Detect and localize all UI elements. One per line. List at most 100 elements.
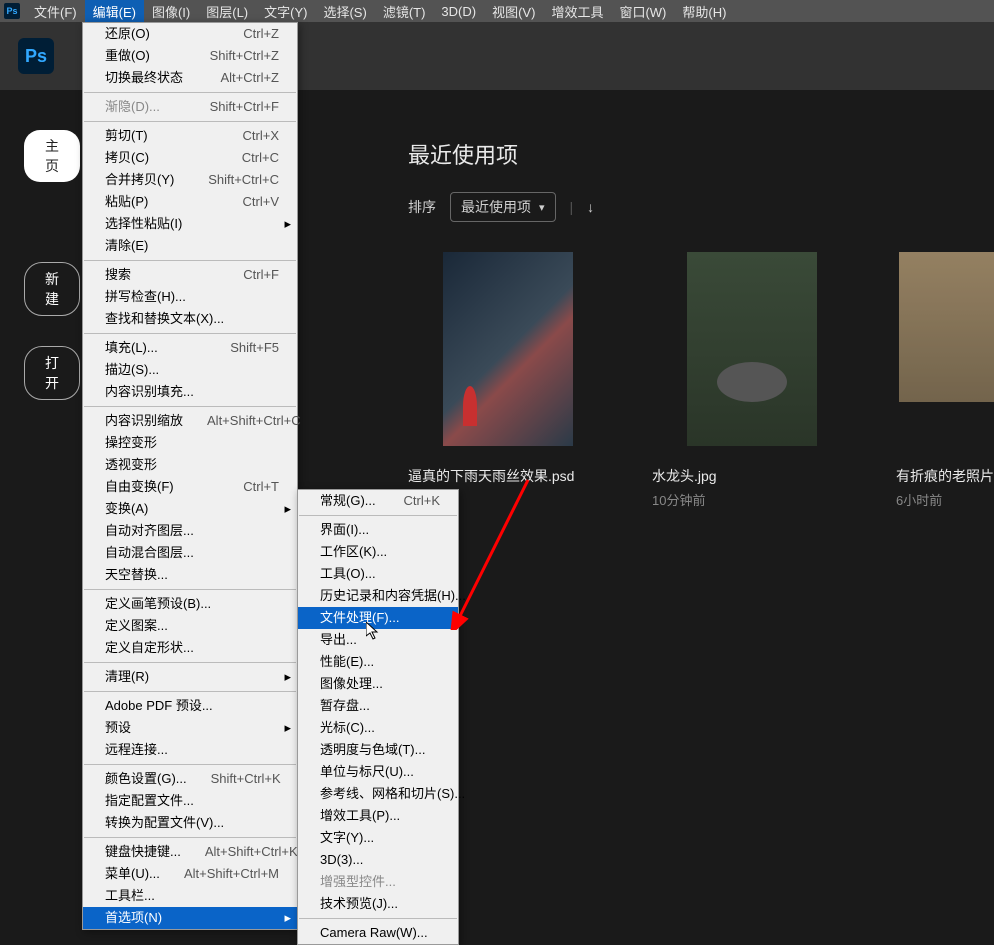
menu-item-label: 定义自定形状... <box>105 639 194 657</box>
edit-menu-item[interactable]: 远程连接... <box>83 739 297 761</box>
edit-menu-item[interactable]: 定义图案... <box>83 615 297 637</box>
pref-menu-item[interactable]: 工具(O)... <box>298 563 458 585</box>
edit-menu-item[interactable]: Adobe PDF 预设... <box>83 695 297 717</box>
preferences-submenu: 常规(G)...Ctrl+K 界面(I)...工作区(K)... 工具(O)... 历… <box>297 489 459 945</box>
menu-separator <box>84 837 296 838</box>
menu-3d[interactable]: 3D(D) <box>433 2 484 21</box>
submenu-arrow-icon: ▸ <box>284 215 291 233</box>
edit-menu-item[interactable]: 定义画笔预设(B)... <box>83 593 297 615</box>
chevron-down-icon: ▾ <box>539 201 545 214</box>
pref-menu-item[interactable]: Camera Raw(W)... <box>298 922 458 944</box>
edit-menu-item[interactable]: 预设▸ <box>83 717 297 739</box>
edit-menu-item[interactable]: 粘贴(P)Ctrl+V <box>83 191 297 213</box>
edit-menu-item[interactable]: 内容识别缩放Alt+Shift+Ctrl+C <box>83 410 297 432</box>
edit-menu-item[interactable]: 剪切(T)Ctrl+X <box>83 125 297 147</box>
pref-menu-item[interactable]: 导出... <box>298 629 458 651</box>
pref-menu-item[interactable]: 透明度与色域(T)... <box>298 739 458 761</box>
menu-item-label: 拷贝(C) <box>105 149 149 167</box>
menu-item-label: Camera Raw(W)... <box>320 924 428 942</box>
edit-menu-item[interactable]: 透视变形 <box>83 454 297 476</box>
sort-select[interactable]: 最近使用项 ▾ <box>450 192 556 222</box>
open-button[interactable]: 打开 <box>24 346 80 400</box>
menu-file[interactable]: 文件(F) <box>26 0 85 23</box>
menu-edit[interactable]: 编辑(E) <box>85 0 144 23</box>
menu-layer[interactable]: 图层(L) <box>198 0 256 23</box>
pref-menu-item[interactable]: 历史记录和内容凭据(H)... <box>298 585 458 607</box>
edit-menu-item[interactable]: 内容识别填充... <box>83 381 297 403</box>
pref-menu-item[interactable]: 单位与标尺(U)... <box>298 761 458 783</box>
home-button[interactable]: 主页 <box>24 130 80 182</box>
pref-menu-item[interactable]: 图像处理... <box>298 673 458 695</box>
menu-window[interactable]: 窗口(W) <box>611 0 674 23</box>
menu-view[interactable]: 视图(V) <box>484 0 543 23</box>
edit-menu-item[interactable]: 填充(L)...Shift+F5 <box>83 337 297 359</box>
edit-menu-item[interactable]: 还原(O)Ctrl+Z <box>83 23 297 45</box>
edit-menu-item[interactable]: 清除(E) <box>83 235 297 257</box>
edit-menu-item[interactable]: 颜色设置(G)...Shift+Ctrl+K <box>83 768 297 790</box>
menu-item-label: 操控变形 <box>105 434 157 452</box>
edit-menu-item[interactable]: 搜索Ctrl+F <box>83 264 297 286</box>
menu-item-label: 定义图案... <box>105 617 168 635</box>
edit-menu-item[interactable]: 操控变形 <box>83 432 297 454</box>
edit-menu-item[interactable]: 自由变换(F)Ctrl+T <box>83 476 297 498</box>
pref-menu-item[interactable]: 3D(3)... <box>298 849 458 871</box>
edit-menu-item[interactable]: 菜单(U)...Alt+Shift+Ctrl+M <box>83 863 297 885</box>
pref-menu-item[interactable]: 增效工具(P)... <box>298 805 458 827</box>
edit-menu-item[interactable]: 合并拷贝(Y)Shift+Ctrl+C <box>83 169 297 191</box>
edit-menu-item[interactable]: 转换为配置文件(V)... <box>83 812 297 834</box>
edit-menu-item[interactable]: 切换最终状态Alt+Ctrl+Z <box>83 67 297 89</box>
menu-item-label: 3D(3)... <box>320 851 363 869</box>
menu-item-label: 转换为配置文件(V)... <box>105 814 224 832</box>
menu-select[interactable]: 选择(S) <box>315 0 374 23</box>
edit-menu-item[interactable]: 键盘快捷键...Alt+Shift+Ctrl+K <box>83 841 297 863</box>
menu-item-label: 粘贴(P) <box>105 193 148 211</box>
pref-menu-item[interactable]: 文字(Y)... <box>298 827 458 849</box>
menu-item-label: 内容识别填充... <box>105 383 194 401</box>
menu-filter[interactable]: 滤镜(T) <box>375 0 434 23</box>
pref-menu-item[interactable]: 暂存盘... <box>298 695 458 717</box>
menu-image[interactable]: 图像(I) <box>144 0 198 23</box>
file-item[interactable]: 水龙头.jpg 10分钟前 <box>652 252 852 509</box>
edit-menu-item[interactable]: 重做(O)Shift+Ctrl+Z <box>83 45 297 67</box>
new-button[interactable]: 新建 <box>24 262 80 316</box>
menu-item-label: 清除(E) <box>105 237 148 255</box>
pref-menu-item[interactable]: 文件处理(F)... <box>298 607 458 629</box>
menu-item-label: 菜单(U)... <box>105 865 160 883</box>
pref-menu-item[interactable]: 光标(C)... <box>298 717 458 739</box>
menu-separator <box>84 764 296 765</box>
file-thumbnail <box>899 252 994 402</box>
edit-menu-item[interactable]: 描边(S)... <box>83 359 297 381</box>
pref-menu-item[interactable]: 工作区(K)... <box>298 541 458 563</box>
menu-separator <box>84 691 296 692</box>
edit-menu-item[interactable]: 首选项(N)▸ <box>83 907 297 929</box>
edit-menu-item[interactable]: 查找和替换文本(X)... <box>83 308 297 330</box>
edit-menu-item[interactable]: 自动对齐图层... <box>83 520 297 542</box>
edit-menu-item[interactable]: 定义自定形状... <box>83 637 297 659</box>
menu-item-label: 工具(O)... <box>320 565 376 583</box>
menu-help[interactable]: 帮助(H) <box>674 0 734 23</box>
pref-menu-item[interactable]: 性能(E)... <box>298 651 458 673</box>
edit-menu-item[interactable]: 天空替换... <box>83 564 297 586</box>
pref-menu-item[interactable]: 界面(I)... <box>298 519 458 541</box>
menu-type[interactable]: 文字(Y) <box>256 0 315 23</box>
menu-separator <box>84 333 296 334</box>
edit-menu-item[interactable]: 选择性粘贴(I)▸ <box>83 213 297 235</box>
edit-menu-item[interactable]: 拼写检查(H)... <box>83 286 297 308</box>
pref-menu-item[interactable]: 常规(G)...Ctrl+K <box>298 490 458 512</box>
ps-small-icon: Ps <box>4 3 20 19</box>
edit-menu-item[interactable]: 变换(A)▸ <box>83 498 297 520</box>
menu-item-label: 合并拷贝(Y) <box>105 171 174 189</box>
file-item[interactable]: 有折痕的老照片.jpg 6小时前 <box>896 252 994 509</box>
edit-menu-item[interactable]: 清理(R)▸ <box>83 666 297 688</box>
pref-menu-item[interactable]: 参考线、网格和切片(S)... <box>298 783 458 805</box>
sort-direction-icon[interactable]: ↓ <box>587 199 594 215</box>
file-item[interactable]: 逼真的下雨天雨丝效果.psd <box>408 252 608 509</box>
menu-separator <box>84 260 296 261</box>
menu-shortcut: Alt+Shift+Ctrl+K <box>205 843 298 861</box>
edit-menu-item[interactable]: 自动混合图层... <box>83 542 297 564</box>
pref-menu-item[interactable]: 技术预览(J)... <box>298 893 458 915</box>
edit-menu-item[interactable]: 工具栏... <box>83 885 297 907</box>
edit-menu-item[interactable]: 指定配置文件... <box>83 790 297 812</box>
menu-plugins[interactable]: 增效工具 <box>543 0 611 23</box>
edit-menu-item[interactable]: 拷贝(C)Ctrl+C <box>83 147 297 169</box>
